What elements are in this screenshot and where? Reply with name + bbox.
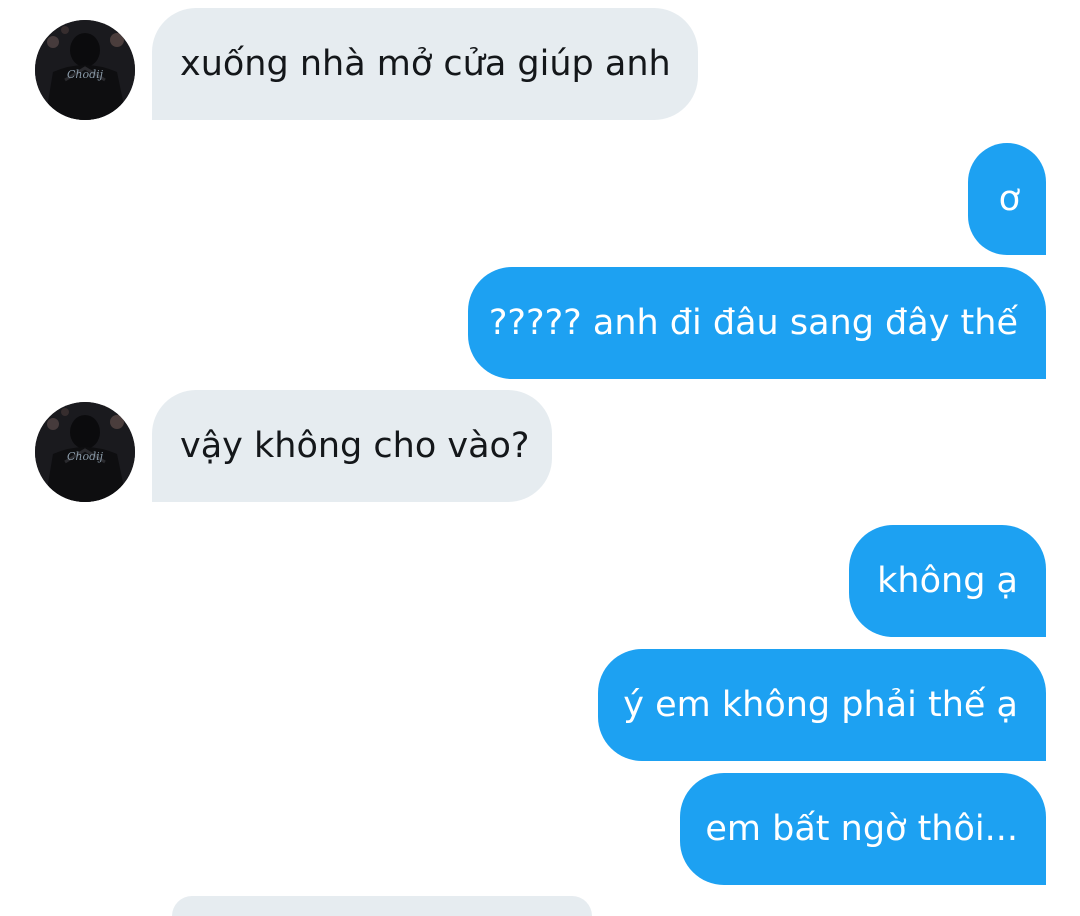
message-bubble-outgoing[interactable]: ????? anh đi đâu sang đây thế	[468, 267, 1046, 379]
message-bubble-incoming-partial[interactable]	[172, 896, 592, 916]
avatar[interactable]: Chodij	[35, 402, 135, 502]
user-photo-avatar-icon: Chodij	[35, 20, 135, 120]
message-bubble-incoming[interactable]: xuống nhà mở cửa giúp anh	[152, 8, 698, 120]
message-text: ý em không phải thế ạ	[623, 685, 1018, 725]
message-text: em bất ngờ thôi...	[705, 809, 1018, 849]
message-text: không ạ	[877, 561, 1018, 601]
message-text: ????? anh đi đâu sang đây thế	[488, 303, 1018, 343]
message-bubble-outgoing[interactable]: không ạ	[849, 525, 1046, 637]
shirt-print: Chodij	[67, 450, 104, 463]
message-text: xuống nhà mở cửa giúp anh	[180, 44, 671, 84]
shirt-print: Chodij	[67, 68, 104, 81]
message-bubble-outgoing[interactable]: ý em không phải thế ạ	[598, 649, 1046, 761]
message-bubble-outgoing[interactable]: em bất ngờ thôi...	[680, 773, 1046, 885]
message-bubble-outgoing[interactable]: ơ	[968, 143, 1046, 255]
avatar[interactable]: Chodij	[35, 20, 135, 120]
user-photo-avatar-icon: Chodij	[35, 402, 135, 502]
message-text: ơ	[998, 179, 1020, 219]
message-text: vậy không cho vào?	[180, 426, 530, 466]
message-bubble-incoming[interactable]: vậy không cho vào?	[152, 390, 552, 502]
